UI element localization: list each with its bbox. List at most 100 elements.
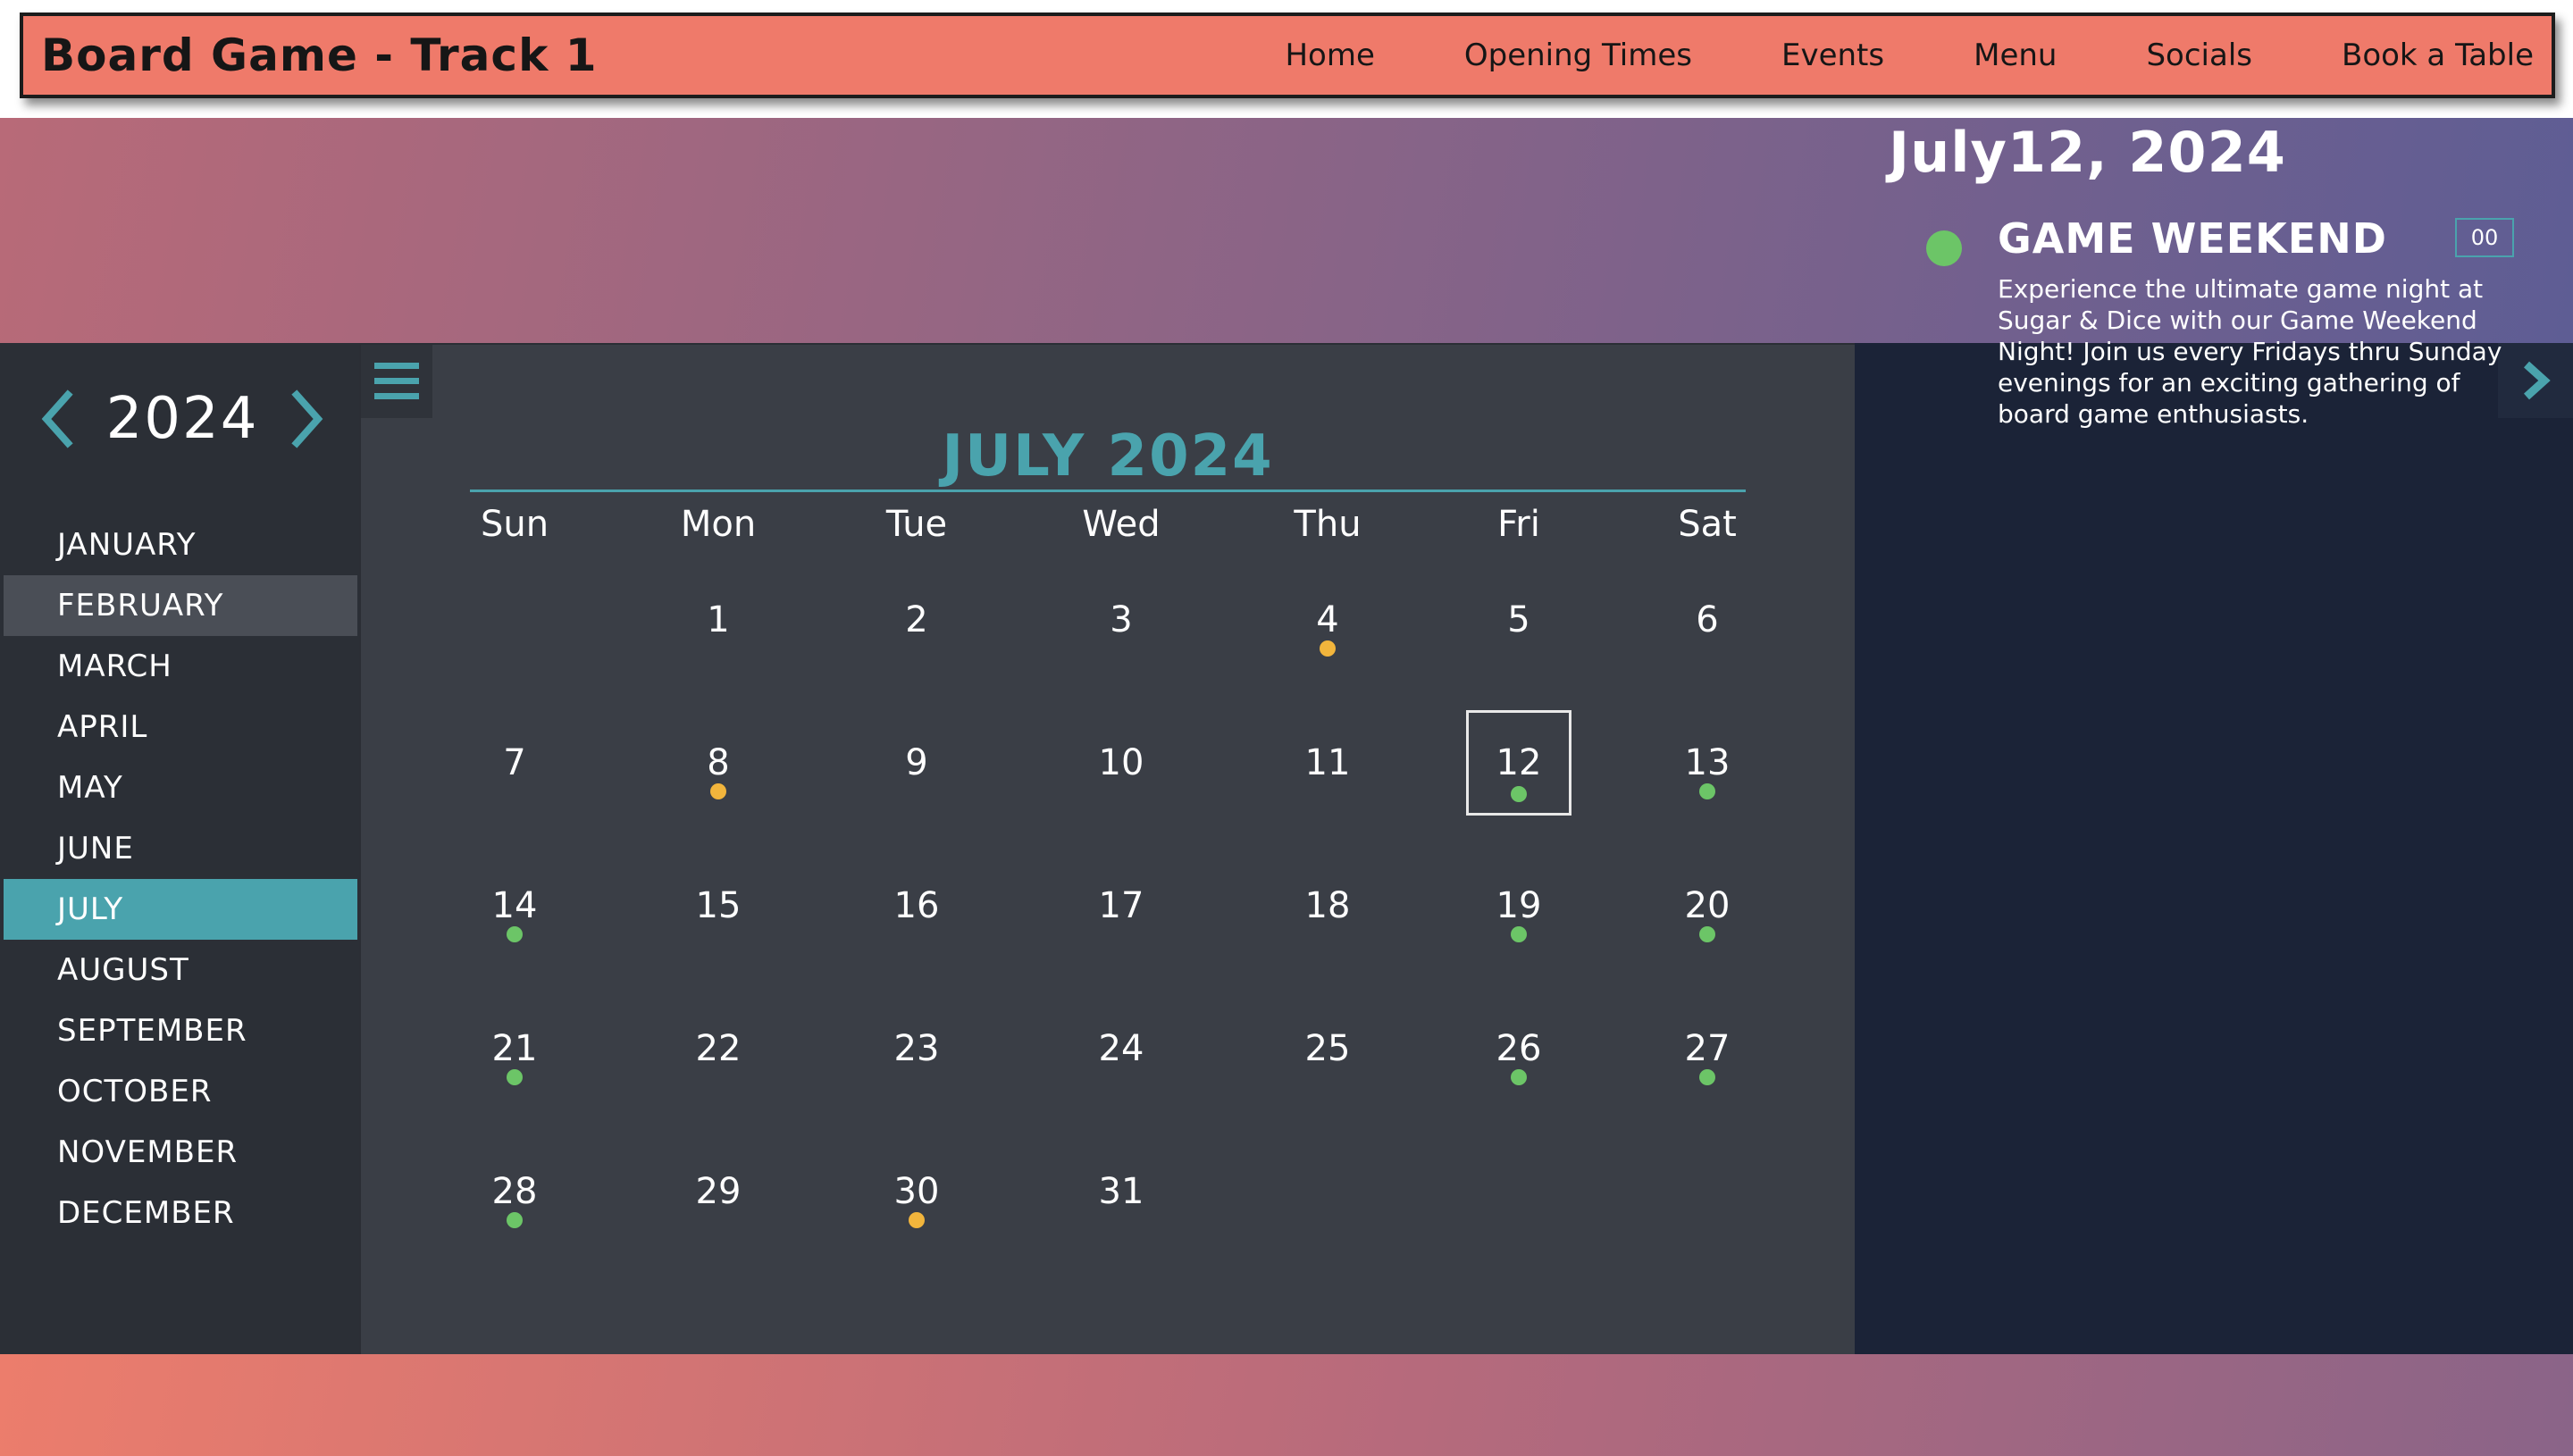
event-indicator-dot [1320,640,1336,657]
day-cell-30[interactable]: 30 [864,1139,969,1244]
event-indicator-dot [1699,1069,1715,1085]
event-indicator-dot [1699,926,1715,942]
day-number: 4 [1316,599,1339,640]
day-cell-18[interactable]: 18 [1275,853,1380,958]
day-cell-27[interactable]: 27 [1655,996,1760,1101]
sidebar-month-may[interactable]: MAY [4,757,357,818]
sidebar-month-february[interactable]: FEBRUARY [4,575,357,636]
sidebar-month-march[interactable]: MARCH [4,636,357,697]
weekday-sun: Sun [480,504,549,545]
day-number: 19 [1496,885,1542,926]
hamburger-menu-icon [374,363,419,399]
day-cell-26[interactable]: 26 [1466,996,1571,1101]
sidebar-month-october[interactable]: OCTOBER [4,1061,357,1122]
event-indicator-dot [507,1069,523,1085]
event-indicator-dot [1511,926,1527,942]
day-cell-16[interactable]: 16 [864,853,969,958]
footer-gradient-band [0,1354,2573,1456]
day-number: 27 [1684,1028,1731,1069]
day-number: 1 [707,599,730,640]
event-indicator-dot [710,783,726,799]
day-number: 28 [491,1171,538,1212]
sidebar-month-september[interactable]: SEPTEMBER [4,1000,357,1061]
day-number: 18 [1304,885,1351,926]
day-cell-14[interactable]: 14 [462,853,567,958]
site-brand[interactable]: Board Game - Track 1 [41,29,598,81]
day-cell-8[interactable]: 8 [666,710,771,816]
day-number: 26 [1496,1028,1542,1069]
calendar-main: JULY 2024 Sun Mon Tue Wed Thu Fri Sat 12345678… [361,345,1855,1354]
day-number: 9 [905,742,928,783]
day-cell-1[interactable]: 1 [666,567,771,673]
nav-link-book-a-table[interactable]: Book a Table [2342,38,2534,73]
day-cell-4[interactable]: 4 [1275,567,1380,673]
sidebar-month-august[interactable]: AUGUST [4,940,357,1000]
day-cell-2[interactable]: 2 [864,567,969,673]
day-number: 12 [1496,742,1542,783]
nav-link-home[interactable]: Home [1285,38,1374,73]
event-title: GAME WEEKEND [1998,214,2387,263]
calendar-title: JULY 2024 [942,423,1274,490]
event-indicator-dot [507,926,523,942]
event-indicator-dot [1511,786,1527,802]
month-list: JANUARY FEBRUARY MARCH APRIL MAY JUNE JULY AUGU… [4,515,357,1243]
sidebar-month-january[interactable]: JANUARY [4,515,357,575]
nav-link-opening-times[interactable]: Opening Times [1464,38,1692,73]
day-cell-19[interactable]: 19 [1466,853,1571,958]
day-number: 24 [1098,1028,1144,1069]
day-cell-24[interactable]: 24 [1069,996,1174,1101]
day-cell-28[interactable]: 28 [462,1139,567,1244]
day-cell-5[interactable]: 5 [1466,567,1571,673]
selected-date-heading: July12, 2024 [1889,120,2286,185]
day-number: 8 [707,742,730,783]
day-cell-31[interactable]: 31 [1069,1139,1174,1244]
day-cell-10[interactable]: 10 [1069,710,1174,816]
day-cell-25[interactable]: 25 [1275,996,1380,1101]
day-number: 7 [503,742,526,783]
sidebar-month-july[interactable]: JULY [4,879,357,940]
event-indicator-dot [507,1212,523,1228]
day-cell-20[interactable]: 20 [1655,853,1760,958]
day-number: 29 [695,1171,742,1212]
day-cell-17[interactable]: 17 [1069,853,1174,958]
day-cell-6[interactable]: 6 [1655,567,1760,673]
sidebar-month-november[interactable]: NOVEMBER [4,1122,357,1183]
sidebar-month-june[interactable]: JUNE [4,818,357,879]
nav-link-socials[interactable]: Socials [2146,38,2252,73]
day-number: 20 [1684,885,1731,926]
day-number: 15 [695,885,742,926]
day-number: 6 [1696,599,1719,640]
nav-link-events[interactable]: Events [1781,38,1884,73]
event-indicator-dot [909,1212,925,1228]
menu-toggle-button[interactable] [361,345,432,418]
day-number: 13 [1684,742,1731,783]
day-cell-21[interactable]: 21 [462,996,567,1101]
chevron-left-icon[interactable] [39,388,75,450]
day-number: 17 [1098,885,1144,926]
day-number: 5 [1507,599,1530,640]
event-description: Experience the ultimate game night at Su… [1998,274,2502,429]
day-cell-11[interactable]: 11 [1275,710,1380,816]
event-detail-panel [1855,343,2573,1354]
chevron-right-icon[interactable] [289,388,325,450]
title-divider [470,490,1746,492]
weekday-tue: Tue [885,504,948,545]
day-cell-3[interactable]: 3 [1069,567,1174,673]
day-cell-22[interactable]: 22 [666,996,771,1101]
day-cell-23[interactable]: 23 [864,996,969,1101]
event-status-dot [1926,230,1962,266]
day-cell-9[interactable]: 9 [864,710,969,816]
nav-link-menu[interactable]: Menu [1974,38,2057,73]
day-cell-29[interactable]: 29 [666,1139,771,1244]
day-cell-12[interactable]: 12 [1466,710,1571,816]
day-number: 23 [893,1028,940,1069]
event-badge[interactable]: 00 [2455,218,2514,257]
day-cell-13[interactable]: 13 [1655,710,1760,816]
sidebar-month-april[interactable]: APRIL [4,697,357,757]
top-navbar: Board Game - Track 1 Home Opening Times … [20,13,2555,98]
sidebar-month-december[interactable]: DECEMBER [4,1183,357,1243]
day-cell-15[interactable]: 15 [666,853,771,958]
day-number: 10 [1098,742,1144,783]
weekday-header: Sun Mon Tue Wed Thu Fri Sat [470,504,1746,566]
day-cell-7[interactable]: 7 [462,710,567,816]
